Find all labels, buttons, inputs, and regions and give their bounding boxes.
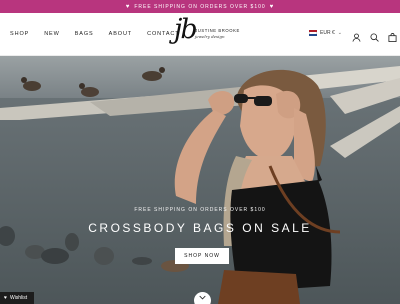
announcement-text: FREE SHIPPING ON ORDERS OVER $100 [134,3,266,10]
logo-name: JUSTINE BROOKE [195,28,240,33]
main-nav: SHOP NEW BAGS ABOUT CONTACT [10,31,180,37]
heart-icon: ♥ [269,3,275,10]
cart-icon[interactable] [388,29,397,42]
chevron-down-icon: ⌄ [337,30,342,36]
nav-item-new[interactable]: NEW [44,31,60,37]
hero-tagline: FREE SHIPPING ON ORDERS OVER $100 [134,207,266,213]
brand-logo[interactable]: jb JUSTINE BROOKE jewelry design [174,14,239,50]
shop-now-button[interactable]: SHOP NOW [175,248,229,264]
heart-icon: ♥ [4,295,7,301]
wishlist-button[interactable]: ♥ Wishlist [0,292,34,304]
nav-item-bags[interactable]: BAGS [75,31,94,37]
logo-monogram: jb [174,14,198,45]
logo-tagline: jewelry design [195,34,225,39]
scroll-down-button[interactable] [194,292,211,304]
chevron-down-icon [199,295,206,300]
currency-selector[interactable]: EUR € ⌄ [309,30,342,36]
header-icons [352,29,397,42]
heart-icon: ♥ [125,3,131,10]
hero-photo [0,56,400,304]
site-header: SHOP NEW BAGS ABOUT CONTACT jb JUSTINE B… [0,13,400,56]
netherlands-flag-icon [309,30,317,36]
hero-headline: CROSSBODY BAGS ON SALE [88,221,312,235]
nav-item-about[interactable]: ABOUT [109,31,132,37]
hero-banner: FREE SHIPPING ON ORDERS OVER $100 CROSSB… [0,56,400,304]
nav-item-shop[interactable]: SHOP [10,31,29,37]
wishlist-label: Wishlist [9,295,28,301]
currency-code: EUR € [320,30,335,36]
account-icon[interactable] [352,29,361,42]
announcement-bar: ♥ FREE SHIPPING ON ORDERS OVER $100 ♥ [0,0,400,13]
search-icon[interactable] [370,29,379,42]
